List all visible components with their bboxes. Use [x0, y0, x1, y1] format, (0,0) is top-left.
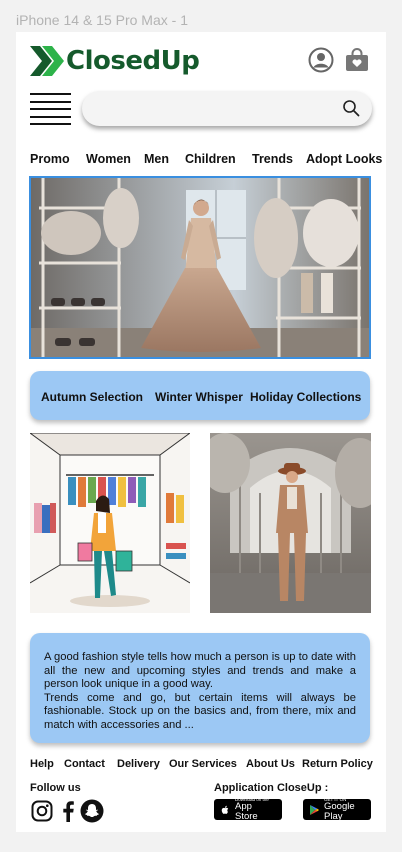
- chevron-logo-icon: [30, 46, 64, 76]
- menu-button[interactable]: [30, 93, 71, 125]
- menu-line: [30, 100, 71, 103]
- account-button[interactable]: [307, 46, 335, 74]
- footer-links: Help Contact Delivery Our Services About…: [16, 758, 386, 772]
- user-circle-icon: [308, 47, 334, 73]
- hero-banner[interactable]: [29, 176, 371, 359]
- app-store-big: App Store: [235, 801, 258, 822]
- nav-item-men[interactable]: Men: [144, 152, 169, 166]
- google-play-big: Google Play: [324, 801, 355, 822]
- footer-link-contact[interactable]: Contact: [64, 758, 105, 770]
- nav-item-trends[interactable]: Trends: [252, 152, 293, 166]
- shopping-bag-button[interactable]: [343, 46, 371, 74]
- search-icon[interactable]: [342, 99, 360, 117]
- brand-name: ClosedUp: [66, 46, 200, 76]
- menu-line: [30, 115, 71, 118]
- shopping-bag-icon: [346, 48, 368, 71]
- app-download-label: Application CloseUp :: [214, 782, 329, 794]
- product-card-illustration[interactable]: [30, 433, 190, 613]
- app-screen: ClosedUp Promo Women Men Children Trends…: [16, 32, 386, 832]
- menu-line: [30, 108, 71, 110]
- footer-link-return-policy[interactable]: Return Policy: [302, 758, 373, 770]
- google-play-text: GET IT ON Google Play: [324, 797, 365, 822]
- collection-winter-whisper[interactable]: Winter Whisper: [155, 390, 243, 404]
- instagram-icon: [31, 800, 53, 822]
- google-play-icon: [310, 804, 319, 815]
- footer-link-our-services[interactable]: Our Services: [169, 758, 237, 770]
- style-description: A good fashion style tells how much a pe…: [30, 633, 370, 743]
- description-paragraph: A good fashion style tells how much a pe…: [44, 651, 356, 690]
- app-store-badge[interactable]: Download on the App Store: [214, 797, 282, 822]
- google-play-badge[interactable]: GET IT ON Google Play: [303, 797, 371, 822]
- search-bar: [82, 91, 372, 126]
- collections-bar: Autumn Selection Winter Whisper Holiday …: [30, 371, 370, 420]
- apple-icon: [221, 805, 229, 814]
- brand-logo[interactable]: ClosedUp: [30, 44, 200, 78]
- footer-link-about-us[interactable]: About Us: [246, 758, 295, 770]
- product-card-photo[interactable]: [210, 433, 371, 613]
- facebook-icon: [63, 801, 74, 822]
- collection-autumn-selection[interactable]: Autumn Selection: [41, 390, 143, 404]
- hero-image: [31, 178, 369, 357]
- frame-label: iPhone 14 & 15 Pro Max - 1: [16, 12, 188, 28]
- menu-line: [30, 93, 71, 95]
- nav-item-promo[interactable]: Promo: [30, 152, 70, 166]
- description-paragraph: Trends come and go, but certain items wi…: [44, 691, 356, 731]
- nav-item-adopt-looks[interactable]: Adopt Looks: [306, 152, 382, 166]
- facebook-link[interactable]: [56, 799, 80, 823]
- nav-item-children[interactable]: Children: [185, 152, 236, 166]
- search-input[interactable]: [96, 91, 326, 126]
- menu-line: [30, 123, 71, 125]
- category-nav: Promo Women Men Children Trends Adopt Lo…: [16, 152, 386, 170]
- snapchat-link[interactable]: [80, 799, 104, 823]
- product-image: [30, 433, 190, 613]
- follow-us-label: Follow us: [30, 782, 81, 794]
- footer-link-help[interactable]: Help: [30, 758, 54, 770]
- instagram-link[interactable]: [30, 799, 54, 823]
- collection-holiday-collections[interactable]: Holiday Collections: [250, 390, 361, 404]
- product-image: [210, 433, 371, 613]
- app-store-text: Download on the App Store: [235, 797, 276, 822]
- nav-item-women[interactable]: Women: [86, 152, 131, 166]
- footer-link-delivery[interactable]: Delivery: [117, 758, 160, 770]
- snapchat-icon: [80, 799, 104, 823]
